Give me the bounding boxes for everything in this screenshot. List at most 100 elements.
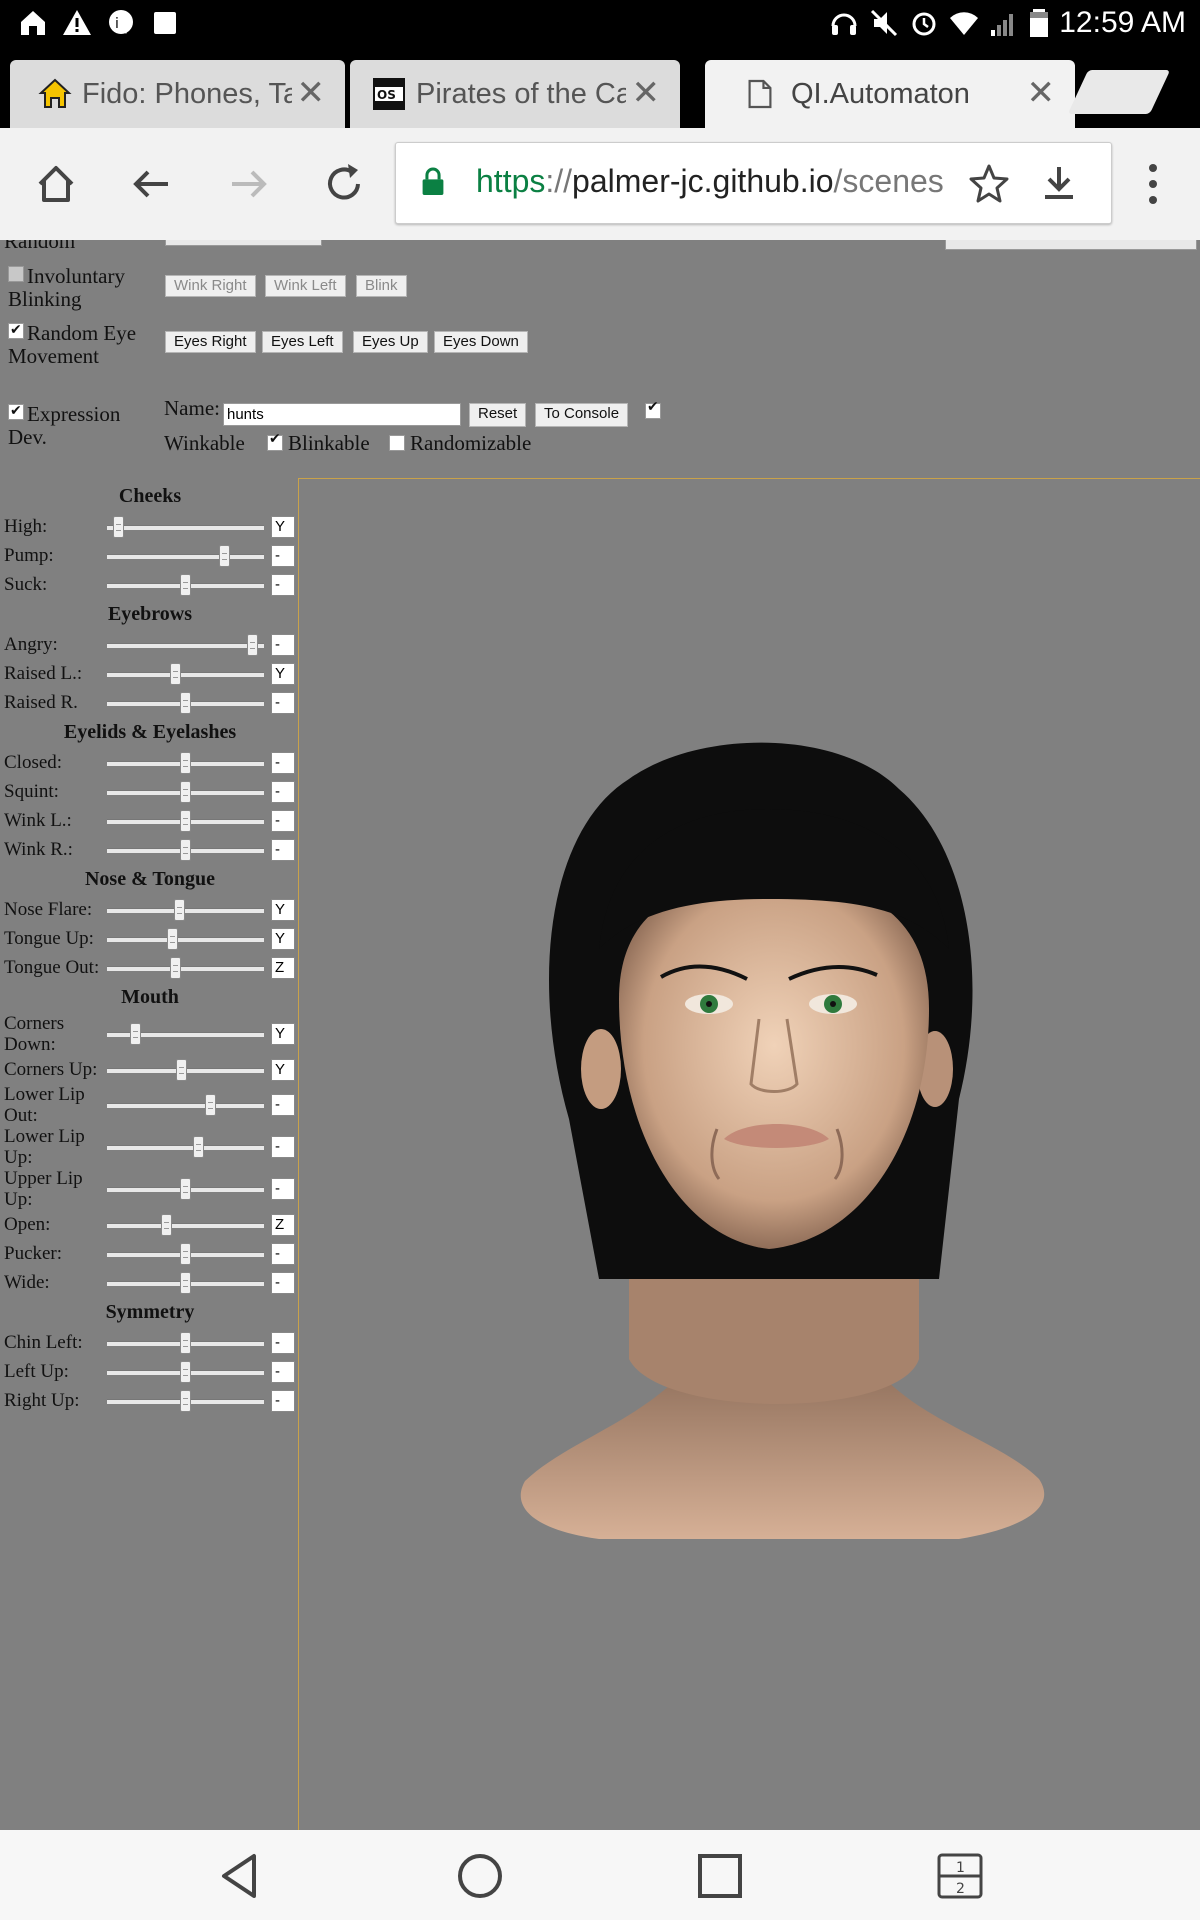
slider-axis-box[interactable]: - <box>271 1136 295 1158</box>
home-icon[interactable] <box>28 156 84 212</box>
eyes-right-button[interactable]: Eyes Right <box>165 331 256 353</box>
slider-track[interactable] <box>107 898 264 921</box>
slider-axis-box[interactable]: Y <box>271 927 295 950</box>
tab-close-icon[interactable]: ✕ <box>297 76 326 110</box>
address-bar[interactable]: https://palmer-jc.github.io/scenes <box>395 142 1112 224</box>
slider-thumb[interactable] <box>170 956 181 979</box>
slider-axis-box[interactable]: - <box>271 573 295 596</box>
slider-axis-box[interactable]: Y <box>271 1058 295 1081</box>
slider-thumb[interactable] <box>180 691 191 714</box>
slider-axis-box[interactable]: Y <box>271 1023 295 1045</box>
back-triangle-icon[interactable] <box>214 1850 266 1902</box>
slider-axis-box[interactable]: - <box>271 838 295 861</box>
slider-thumb[interactable] <box>205 1094 216 1116</box>
slider-track[interactable] <box>107 633 264 656</box>
slider-track[interactable] <box>107 780 264 803</box>
reset-button[interactable]: Reset <box>469 403 527 427</box>
slider-track[interactable] <box>107 544 264 567</box>
3d-scene-canvas[interactable] <box>298 478 1200 1830</box>
slider-thumb[interactable] <box>113 515 124 538</box>
reload-icon[interactable] <box>316 156 372 212</box>
slider-track[interactable] <box>107 1271 264 1294</box>
random-eye-movement-checkbox[interactable] <box>8 319 24 342</box>
download-icon[interactable] <box>1039 163 1079 203</box>
slider-track[interactable] <box>107 1058 264 1081</box>
slider-track[interactable] <box>107 662 264 685</box>
winkable-checkbox[interactable] <box>645 399 661 419</box>
tab-qi-automaton[interactable]: QI.Automaton ✕ <box>705 60 1075 128</box>
menu-icon[interactable] <box>1143 156 1163 212</box>
slider-axis-box[interactable]: - <box>271 544 295 567</box>
wink-right-button[interactable]: Wink Right <box>165 275 256 297</box>
slider-track[interactable] <box>107 691 264 714</box>
slider-axis-box[interactable]: - <box>271 1094 295 1116</box>
slider-thumb[interactable] <box>161 1213 172 1236</box>
slider-thumb[interactable] <box>130 1023 141 1045</box>
wink-left-button[interactable]: Wink Left <box>265 275 346 297</box>
slider-axis-box[interactable]: - <box>271 1178 295 1200</box>
tab-pirates[interactable]: OS Pirates of the Ca ✕ <box>350 60 680 128</box>
expression-name-input[interactable] <box>223 403 461 426</box>
slider-axis-box[interactable]: - <box>271 1360 295 1383</box>
tab-fido[interactable]: Fido: Phones, Ta ✕ <box>10 60 345 128</box>
slider-thumb[interactable] <box>180 1360 191 1383</box>
slider-track[interactable] <box>107 809 264 832</box>
slider-thumb[interactable] <box>167 927 178 950</box>
slider-track[interactable] <box>107 1094 264 1116</box>
tab-close-icon[interactable]: ✕ <box>1027 76 1056 110</box>
slider-axis-box[interactable]: - <box>271 1242 295 1265</box>
new-tab-button[interactable] <box>1067 70 1171 114</box>
slider-thumb[interactable] <box>180 1178 191 1200</box>
slider-track[interactable] <box>107 573 264 596</box>
slider-track[interactable] <box>107 751 264 774</box>
slider-axis-box[interactable]: - <box>271 1271 295 1294</box>
slider-axis-box[interactable]: - <box>271 1331 295 1354</box>
eyes-left-button[interactable]: Eyes Left <box>262 331 343 353</box>
slider-thumb[interactable] <box>193 1136 204 1158</box>
slider-axis-box[interactable]: - <box>271 691 295 714</box>
slider-track[interactable] <box>107 1331 264 1354</box>
slider-thumb[interactable] <box>180 838 191 861</box>
recents-square-icon[interactable] <box>694 1850 746 1902</box>
slider-thumb[interactable] <box>180 751 191 774</box>
slider-track[interactable] <box>107 1023 264 1045</box>
slider-axis-box[interactable]: Z <box>271 1213 295 1236</box>
eyes-down-button[interactable]: Eyes Down <box>434 331 528 353</box>
slider-track[interactable] <box>107 515 264 538</box>
slider-track[interactable] <box>107 1360 264 1383</box>
slider-thumb[interactable] <box>180 1242 191 1265</box>
slider-axis-box[interactable]: - <box>271 809 295 832</box>
slider-thumb[interactable] <box>180 573 191 596</box>
slider-axis-box[interactable]: Y <box>271 898 295 921</box>
slider-thumb[interactable] <box>170 662 181 685</box>
tab-close-icon[interactable]: ✕ <box>632 76 661 110</box>
slider-thumb[interactable] <box>180 1331 191 1354</box>
slider-axis-box[interactable]: Y <box>271 515 295 538</box>
bookmark-star-icon[interactable] <box>969 163 1009 203</box>
forward-arrow-icon[interactable] <box>220 156 276 212</box>
slider-track[interactable] <box>107 1178 264 1200</box>
slider-axis-box[interactable]: Y <box>271 662 295 685</box>
blink-button[interactable]: Blink <box>356 275 407 297</box>
randomizable-checkbox[interactable] <box>389 435 405 451</box>
slider-track[interactable] <box>107 1389 264 1412</box>
slider-track[interactable] <box>107 1136 264 1158</box>
slider-axis-box[interactable]: - <box>271 751 295 774</box>
slider-thumb[interactable] <box>180 780 191 803</box>
slider-thumb[interactable] <box>176 1058 187 1081</box>
home-circle-icon[interactable] <box>454 1850 506 1902</box>
eyes-up-button[interactable]: Eyes Up <box>353 331 428 353</box>
url-text[interactable]: https://palmer-jc.github.io/scenes <box>476 163 956 200</box>
slider-thumb[interactable] <box>219 544 230 567</box>
slider-track[interactable] <box>107 1242 264 1265</box>
slider-axis-box[interactable]: Z <box>271 956 295 979</box>
slider-thumb[interactable] <box>180 1271 191 1294</box>
back-arrow-icon[interactable] <box>124 156 180 212</box>
to-console-button[interactable]: To Console <box>535 403 629 427</box>
slider-thumb[interactable] <box>174 898 185 921</box>
slider-track[interactable] <box>107 1213 264 1236</box>
dual-window-icon[interactable]: 12 <box>934 1850 986 1902</box>
slider-thumb[interactable] <box>180 809 191 832</box>
slider-axis-box[interactable]: - <box>271 633 295 656</box>
involuntary-blinking-checkbox[interactable] <box>8 266 24 282</box>
